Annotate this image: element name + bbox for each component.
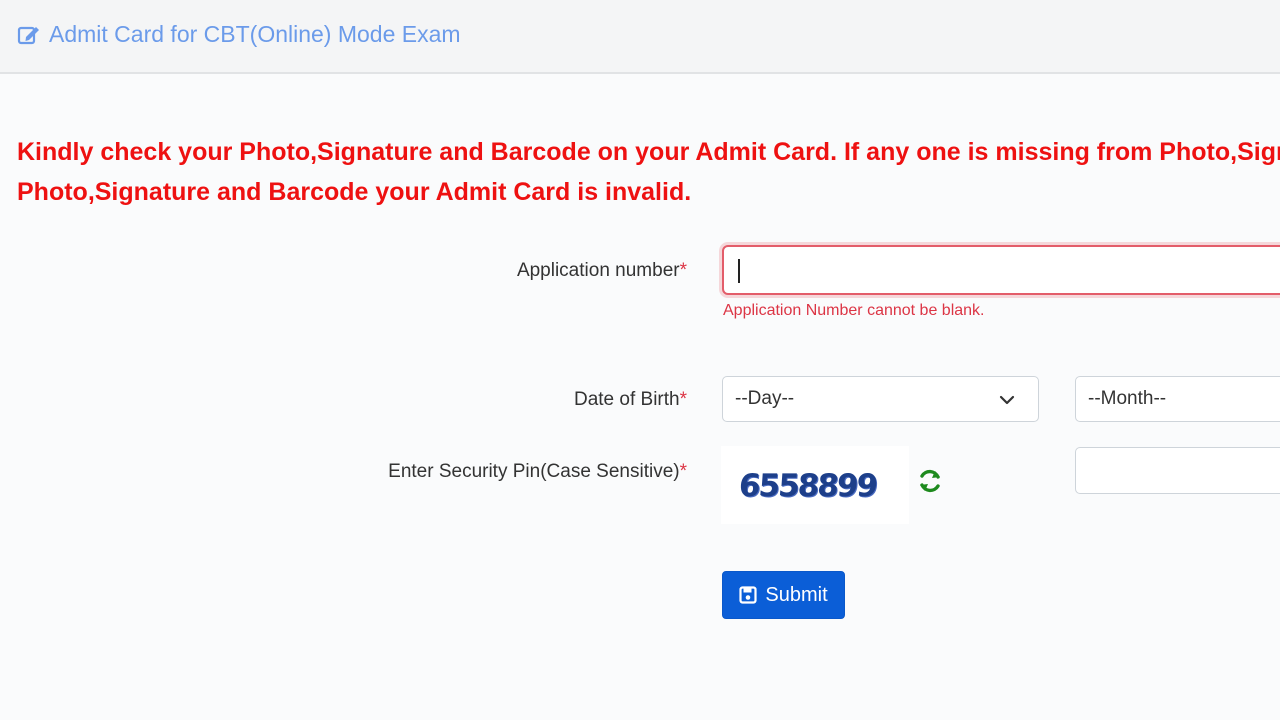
dob-label: Date of Birth* — [574, 389, 687, 411]
save-icon — [739, 586, 757, 604]
submit-button[interactable]: Submit — [722, 571, 845, 619]
captcha-text: 6558899 — [737, 468, 878, 504]
security-pin-input[interactable] — [1075, 447, 1280, 494]
required-mark: * — [679, 260, 687, 281]
submit-label: Submit — [765, 583, 828, 606]
application-number-error: Application Number cannot be blank. — [723, 302, 985, 319]
notice-line-2: Photo,Signature and Barcode your Admit C… — [17, 178, 692, 206]
application-number-label: Application number* — [517, 260, 687, 282]
edit-icon — [17, 26, 39, 44]
page-title: Admit Card for CBT(Online) Mode Exam — [17, 21, 461, 48]
admit-card-notice: Kindly check your Photo,Signature and Ba… — [17, 132, 1280, 212]
security-pin-label-text: Enter Security Pin(Case Sensitive) — [388, 461, 680, 482]
required-mark: * — [679, 389, 687, 410]
dob-day-select[interactable]: --Day-- — [722, 376, 1039, 422]
application-number-input[interactable] — [722, 245, 1280, 295]
page-title-text: Admit Card for CBT(Online) Mode Exam — [49, 21, 461, 47]
captcha-image: 6558899 — [721, 446, 909, 524]
chevron-down-icon — [999, 395, 1015, 405]
refresh-icon[interactable] — [916, 467, 944, 495]
text-caret — [738, 259, 740, 283]
card-header: Admit Card for CBT(Online) Mode Exam — [0, 0, 1280, 74]
dob-label-text: Date of Birth — [573, 389, 680, 410]
dob-month-value: --Month-- — [1088, 388, 1167, 409]
application-number-label-text: Application number — [516, 260, 680, 281]
security-pin-label: Enter Security Pin(Case Sensitive)* — [388, 461, 687, 483]
dob-month-select[interactable]: --Month-- — [1075, 376, 1280, 422]
required-mark: * — [679, 461, 687, 482]
dob-day-value: --Day-- — [735, 388, 795, 409]
notice-line-1: Kindly check your Photo,Signature and Ba… — [17, 138, 1280, 166]
